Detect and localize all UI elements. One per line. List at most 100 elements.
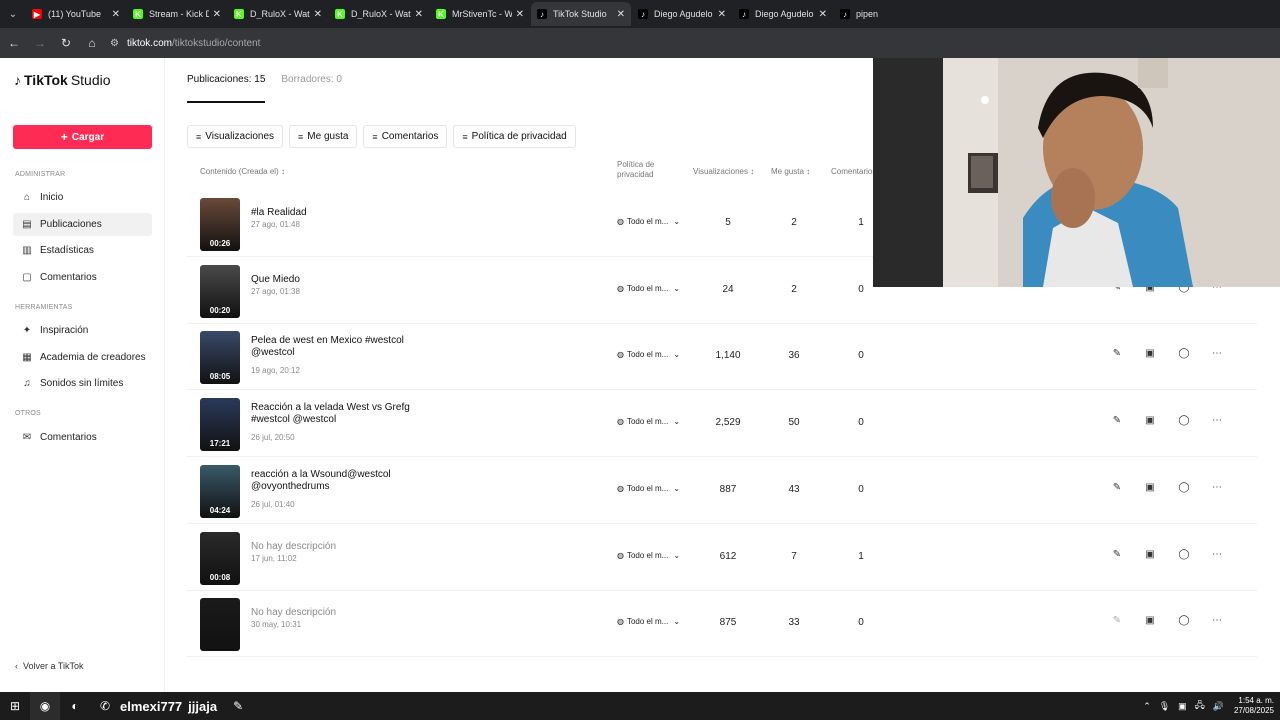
browser-tab[interactable]: K D_RuloX - Wat ✕	[228, 2, 328, 26]
tab-drafts[interactable]: Borradores: 0	[281, 58, 342, 103]
close-icon[interactable]: ✕	[718, 9, 726, 20]
analytics-icon[interactable]: ▣	[1142, 549, 1158, 565]
browser-tab[interactable]: ♪ Diego Agudelo ✕	[632, 2, 732, 26]
close-icon[interactable]: ✕	[415, 9, 423, 20]
sidebar-item[interactable]: ▢ Comentarios	[13, 266, 152, 289]
reload-icon[interactable]: ↻	[54, 31, 78, 55]
video-thumbnail[interactable]: 00:08	[200, 531, 240, 585]
clock[interactable]: 1:54 a. m. 27/08/2025	[1234, 696, 1274, 716]
edit-icon[interactable]: ✎	[1109, 549, 1125, 565]
video-title[interactable]: No hay descripción	[251, 541, 421, 553]
browser-tab[interactable]: K D_RuloX - Wat ✕	[329, 2, 429, 26]
comment-icon[interactable]: ◯	[1176, 348, 1192, 364]
video-title[interactable]: reacción a la Wsound@westcol @ovyonthedr…	[251, 469, 421, 493]
video-title[interactable]: No hay descripción	[251, 607, 421, 619]
table-row[interactable]: 04:24 reacción a la Wsound@westcol @ovyon…	[187, 458, 1257, 524]
close-icon[interactable]: ✕	[516, 9, 524, 20]
analytics-icon[interactable]: ▣	[1142, 615, 1158, 631]
comment-icon[interactable]: ◯	[1176, 482, 1192, 498]
comment-icon[interactable]: ◯	[1176, 415, 1192, 431]
video-thumbnail[interactable]: 00:20	[200, 264, 240, 318]
volume-icon[interactable]: 🔊	[1213, 701, 1224, 712]
browser-tab[interactable]: K Stream - Kick D ✕	[127, 2, 227, 26]
browser-tab[interactable]: ▶ (11) YouTube ✕	[26, 2, 126, 26]
col-views[interactable]: Visualizaciones ↕	[693, 167, 754, 176]
privacy-dropdown[interactable]: ◍ Todo el m... ⌄	[617, 484, 680, 493]
close-icon[interactable]: ✕	[314, 9, 322, 20]
browser-tab[interactable]: ♪ Diego Agudelo ✕	[733, 2, 833, 26]
close-icon[interactable]: ✕	[213, 9, 221, 20]
network-icon[interactable]: 🖧	[1195, 698, 1205, 714]
privacy-dropdown[interactable]: ◍ Todo el m... ⌄	[617, 417, 680, 426]
browser-tab[interactable]: ♪ pipen	[834, 2, 934, 26]
close-icon[interactable]: ✕	[617, 9, 625, 20]
edit-icon[interactable]: ✎	[1109, 348, 1125, 364]
edit-icon[interactable]: ✎	[1109, 482, 1125, 498]
privacy-dropdown[interactable]: ◍ Todo el m... ⌄	[617, 551, 680, 560]
back-arrow-icon[interactable]: ←	[2, 31, 26, 55]
close-icon[interactable]: ✕	[112, 9, 120, 20]
whatsapp-icon[interactable]: ✆	[90, 692, 120, 720]
more-icon[interactable]: ⋯	[1209, 415, 1225, 431]
tiktok-studio-logo[interactable]: ♪ TikTok Studio	[14, 72, 111, 88]
tab-search-chevron-icon[interactable]: ⌄	[0, 3, 26, 25]
more-icon[interactable]: ⋯	[1209, 549, 1225, 565]
privacy-dropdown[interactable]: ◍ Todo el m... ⌄	[617, 217, 680, 226]
windows-start-icon[interactable]: ⊞	[0, 692, 30, 720]
privacy-dropdown[interactable]: ◍ Todo el m... ⌄	[617, 617, 680, 626]
col-comments[interactable]: Comentarios	[831, 167, 876, 176]
filter-chip[interactable]: ≡ Política de privacidad	[453, 125, 576, 148]
video-title[interactable]: Reacción a la velada West vs Grefg #west…	[251, 402, 421, 426]
address-bar[interactable]: ⚙ tiktok.com/tiktokstudio/content	[110, 32, 870, 54]
sidebar-item[interactable]: ♫ Sonidos sin límites	[13, 372, 152, 395]
comment-icon[interactable]: ◯	[1176, 549, 1192, 565]
more-icon[interactable]: ⋯	[1209, 482, 1225, 498]
edge-icon[interactable]: ◐	[60, 692, 90, 720]
sidebar-item[interactable]: ▦ Academia de creadores	[13, 346, 152, 369]
video-thumbnail[interactable]: 08:05	[200, 331, 240, 385]
edit-icon[interactable]: ✎	[1109, 415, 1125, 431]
col-likes[interactable]: Me gusta ↕	[771, 167, 810, 176]
analytics-icon[interactable]: ▣	[1142, 415, 1158, 431]
close-icon[interactable]: ✕	[819, 9, 827, 20]
video-title[interactable]: #la Realidad	[251, 207, 421, 219]
sidebar-item[interactable]: ▥ Estadísticas	[13, 239, 152, 262]
comment-icon[interactable]: ◯	[1176, 615, 1192, 631]
analytics-icon[interactable]: ▣	[1142, 482, 1158, 498]
table-row[interactable]: 17:21 Reacción a la velada West vs Grefg …	[187, 391, 1257, 458]
browser-tab[interactable]: ♪ TikTok Studio ✕	[531, 2, 631, 26]
site-info-icon[interactable]: ⚙	[110, 38, 119, 49]
microphone-icon[interactable]: 🎙	[1159, 701, 1170, 712]
col-content[interactable]: Contenido (Creada el) ↕	[200, 167, 285, 176]
video-thumbnail[interactable]: 17:21	[200, 398, 240, 452]
home-icon[interactable]: ⌂	[80, 31, 104, 55]
video-thumbnail[interactable]: 00:26	[200, 198, 240, 251]
video-title[interactable]: Que Miedo	[251, 274, 421, 286]
sidebar-item[interactable]: ▤ Publicaciones	[13, 212, 152, 236]
back-to-tiktok-link[interactable]: ‹ Volver a TikTok	[15, 661, 84, 671]
table-row[interactable]: No hay descripción 30 may, 10:31 ◍ Todo el …	[187, 591, 1257, 658]
browser-tab[interactable]: K MrStivenTc - W ✕	[430, 2, 530, 26]
tray-app-icon[interactable]: ▣	[1178, 701, 1187, 712]
table-row[interactable]: 08:05 Pelea de west en Mexico #westcol @w…	[187, 324, 1257, 391]
upload-button[interactable]: + Cargar	[13, 125, 152, 149]
sidebar-item[interactable]: ✉ Comentarios	[13, 426, 152, 449]
video-thumbnail[interactable]	[200, 598, 240, 652]
chrome-icon[interactable]: ◉	[30, 692, 60, 720]
app-icon[interactable]: ✎	[223, 692, 253, 720]
filter-chip[interactable]: ≡ Me gusta	[289, 125, 358, 148]
filter-chip[interactable]: ≡ Comentarios	[363, 125, 448, 148]
privacy-dropdown[interactable]: ◍ Todo el m... ⌄	[617, 284, 680, 293]
chevron-up-icon[interactable]: ⌃	[1143, 701, 1151, 712]
filter-chip[interactable]: ≡ Visualizaciones	[187, 125, 284, 148]
table-row[interactable]: 00:08 No hay descripción 17 jun, 11:02 ◍ Tod…	[187, 525, 1257, 591]
forward-arrow-icon[interactable]: →	[28, 31, 52, 55]
video-thumbnail[interactable]: 04:24	[200, 464, 240, 518]
analytics-icon[interactable]: ▣	[1142, 348, 1158, 364]
video-title[interactable]: Pelea de west en Mexico #westcol @westco…	[251, 335, 421, 359]
edit-icon[interactable]: ✎	[1109, 615, 1125, 631]
more-icon[interactable]: ⋯	[1209, 348, 1225, 364]
more-icon[interactable]: ⋯	[1209, 615, 1225, 631]
sidebar-item[interactable]: ✦ Inspiración	[13, 319, 152, 342]
sidebar-item[interactable]: ⌂ Inicio	[13, 186, 152, 209]
